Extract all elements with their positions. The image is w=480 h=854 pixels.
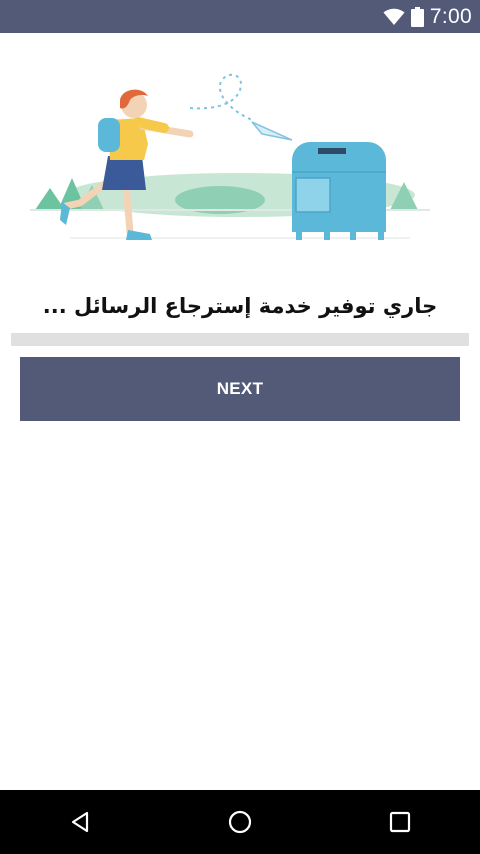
battery-icon: [410, 6, 424, 27]
loading-message: جاري توفير خدمة إسترجاع الرسائل ...: [42, 294, 438, 318]
status-time: 7:00: [429, 4, 472, 28]
wifi-icon: [383, 8, 405, 26]
status-bar: 7:00: [0, 0, 480, 33]
back-icon[interactable]: [50, 790, 110, 854]
illustration: [30, 60, 450, 250]
recents-icon[interactable]: [370, 790, 430, 854]
home-icon[interactable]: [210, 790, 270, 854]
navigation-bar: [0, 790, 480, 854]
next-button[interactable]: NEXT: [20, 357, 460, 421]
progress-bar: [11, 333, 469, 346]
